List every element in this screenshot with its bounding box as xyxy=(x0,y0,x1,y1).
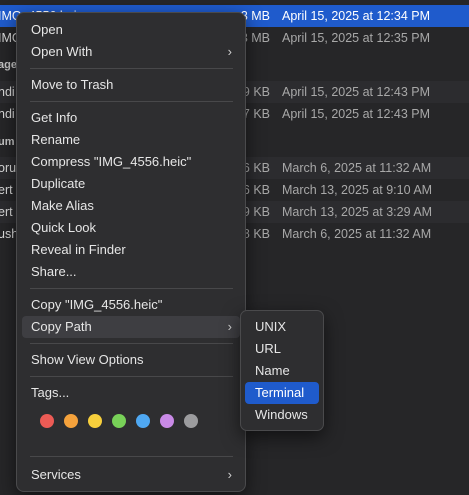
menu-item-compress[interactable]: Compress "IMG_4556.heic" xyxy=(22,151,240,173)
menu-item-tags[interactable]: Tags... xyxy=(22,382,240,404)
file-name: oru xyxy=(0,161,17,175)
menu-item-services[interactable]: Services › xyxy=(22,464,240,486)
file-name: ndi xyxy=(0,85,15,99)
menu-item-label: Copy Path xyxy=(31,319,92,334)
menu-item-get-info[interactable]: Get Info xyxy=(22,107,240,129)
file-date: March 13, 2025 at 3:29 AM xyxy=(282,205,433,219)
menu-separator xyxy=(30,456,233,457)
section-header: um xyxy=(0,136,15,148)
tag-orange[interactable] xyxy=(64,414,78,428)
file-date: April 15, 2025 at 12:34 PM xyxy=(282,9,431,23)
file-date: March 6, 2025 at 11:32 AM xyxy=(282,227,432,241)
menu-separator xyxy=(30,68,233,69)
menu-item-share[interactable]: Share... xyxy=(22,261,240,283)
menu-item-reveal-in-finder[interactable]: Reveal in Finder xyxy=(22,239,240,261)
chevron-right-icon: › xyxy=(227,44,232,59)
menu-separator xyxy=(30,288,233,289)
file-date: April 15, 2025 at 12:35 PM xyxy=(282,31,431,45)
tag-yellow[interactable] xyxy=(88,414,102,428)
tag-blue[interactable] xyxy=(136,414,150,428)
menu-item-label: Open With xyxy=(31,44,93,59)
chevron-right-icon: › xyxy=(227,319,232,334)
menu-item-move-to-trash[interactable]: Move to Trash xyxy=(22,74,240,96)
menu-item-make-alias[interactable]: Make Alias xyxy=(22,195,240,217)
menu-item-quick-look[interactable]: Quick Look xyxy=(22,217,240,239)
menu-item-duplicate[interactable]: Duplicate xyxy=(22,173,240,195)
menu-item-label: Services xyxy=(31,467,81,482)
tag-red[interactable] xyxy=(40,414,54,428)
file-date: March 13, 2025 at 9:10 AM xyxy=(282,183,433,197)
menu-item-copy-path[interactable]: Copy Path › xyxy=(22,316,240,338)
submenu-item-name[interactable]: Name xyxy=(245,360,319,382)
file-name: ert xyxy=(0,183,13,197)
section-header: age xyxy=(0,59,17,71)
file-date: March 6, 2025 at 11:32 AM xyxy=(282,161,432,175)
tag-gray[interactable] xyxy=(184,414,198,428)
tag-purple[interactable] xyxy=(160,414,174,428)
file-date: April 15, 2025 at 12:43 PM xyxy=(282,107,431,121)
chevron-right-icon: › xyxy=(227,467,232,482)
menu-item-open-with[interactable]: Open With › xyxy=(22,41,240,63)
menu-item-show-view-options[interactable]: Show View Options xyxy=(22,349,240,371)
copy-path-submenu: UNIX URL Name Terminal Windows xyxy=(240,310,324,431)
submenu-item-windows[interactable]: Windows xyxy=(245,404,319,426)
file-name: ert xyxy=(0,205,13,219)
submenu-item-url[interactable]: URL xyxy=(245,338,319,360)
context-menu: Open Open With › Move to Trash Get Info … xyxy=(16,12,246,492)
menu-item-open[interactable]: Open xyxy=(22,19,240,41)
file-date: April 15, 2025 at 12:43 PM xyxy=(282,85,431,99)
file-name: ndi xyxy=(0,107,15,121)
menu-separator xyxy=(30,101,233,102)
submenu-item-terminal[interactable]: Terminal xyxy=(245,382,319,404)
menu-item-rename[interactable]: Rename xyxy=(22,129,240,151)
menu-item-copy[interactable]: Copy "IMG_4556.heic" xyxy=(22,294,240,316)
tag-green[interactable] xyxy=(112,414,126,428)
menu-separator xyxy=(30,376,233,377)
submenu-item-unix[interactable]: UNIX xyxy=(245,316,319,338)
menu-separator xyxy=(30,343,233,344)
